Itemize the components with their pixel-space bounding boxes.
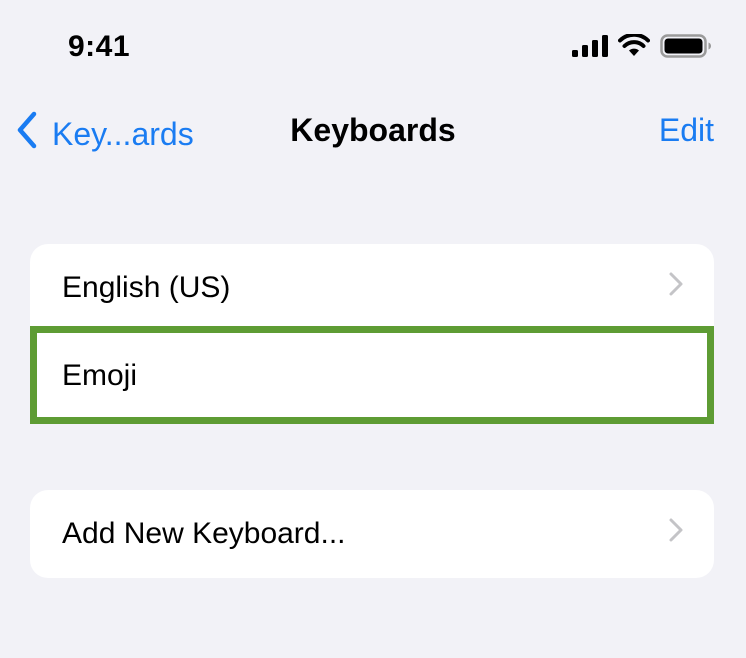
keyboard-row-label: English (US)	[62, 271, 231, 304]
edit-button[interactable]: Edit	[659, 112, 714, 149]
back-button-label: Key...ards	[52, 115, 194, 152]
navigation-bar: Key...ards Keyboards Edit	[0, 100, 746, 164]
status-time: 9:41	[68, 30, 131, 63]
chevron-right-icon	[668, 271, 684, 305]
keyboards-list: English (US) Emoji	[30, 244, 714, 424]
add-new-keyboard-label: Add New Keyboard...	[62, 517, 346, 550]
back-button[interactable]: Key...ards	[14, 110, 194, 158]
keyboard-row-emoji[interactable]: Emoji	[30, 332, 714, 420]
keyboard-row-english-us[interactable]: English (US)	[30, 244, 714, 332]
battery-icon	[660, 34, 712, 63]
cellular-signal-icon	[572, 35, 608, 62]
add-keyboard-group: Add New Keyboard...	[30, 490, 714, 578]
chevron-left-icon	[14, 110, 40, 158]
add-new-keyboard-row[interactable]: Add New Keyboard...	[30, 490, 714, 578]
status-bar: 9:41	[0, 0, 746, 92]
status-icons	[572, 32, 712, 63]
wifi-icon	[618, 32, 650, 63]
keyboard-row-label: Emoji	[62, 359, 138, 392]
chevron-right-icon	[668, 517, 684, 551]
